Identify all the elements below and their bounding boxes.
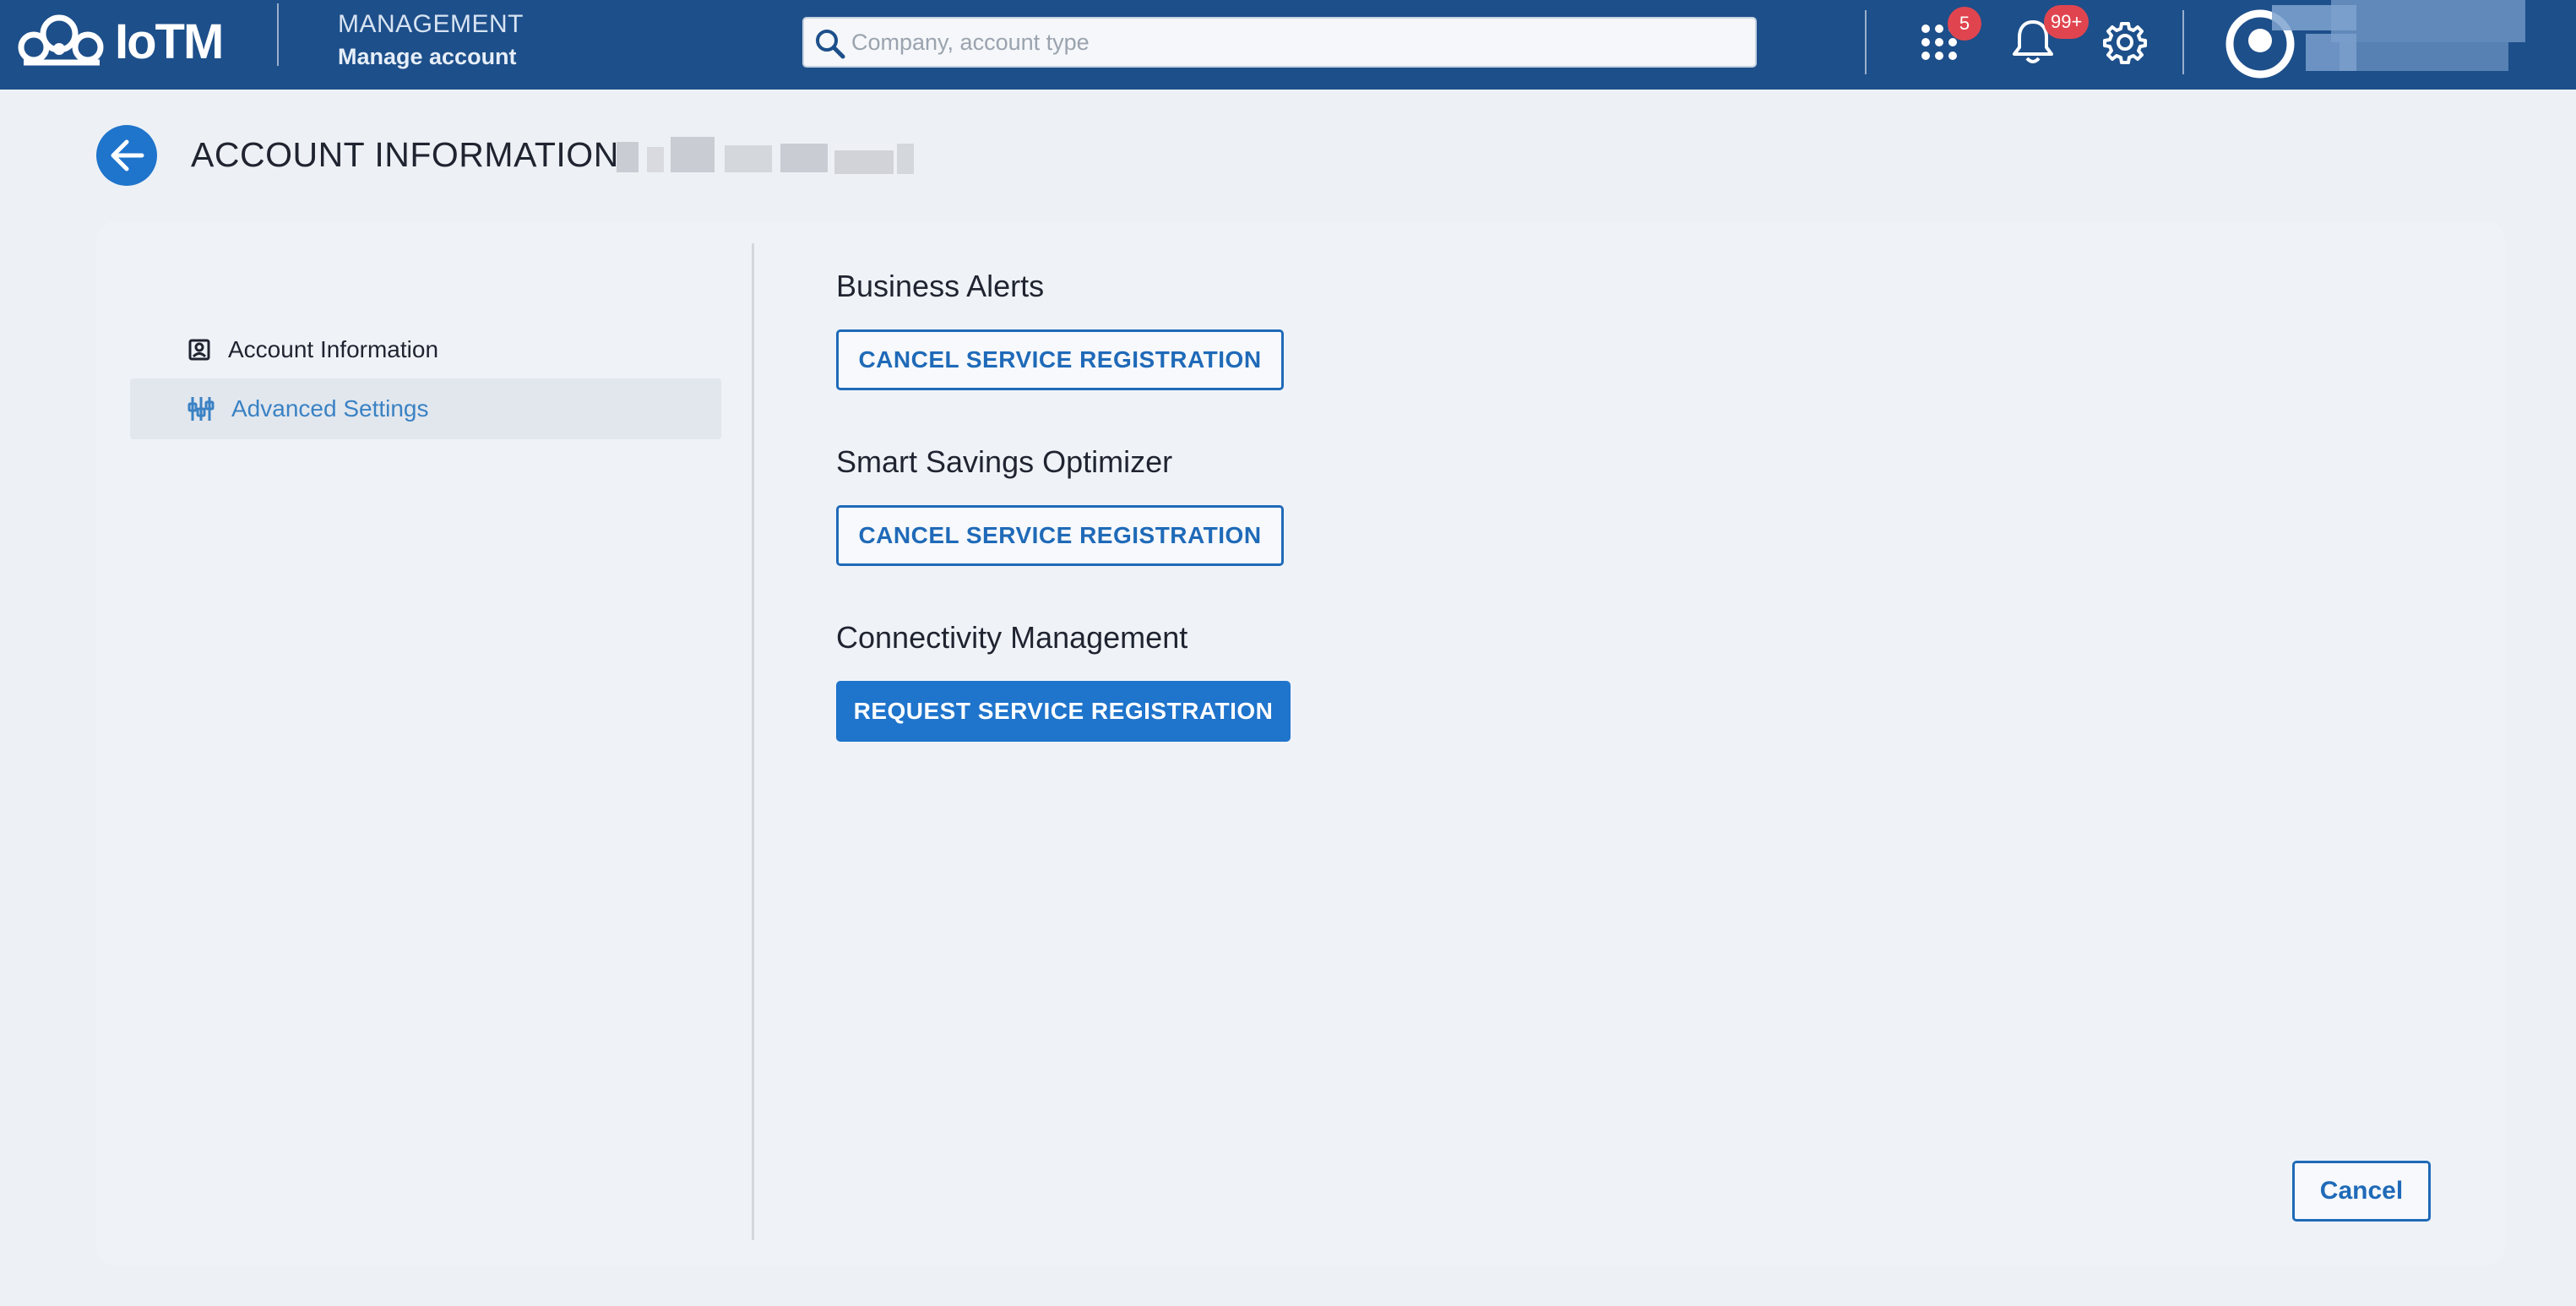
search-icon [814, 28, 846, 64]
top-bar: IoTM MANAGEMENT Manage account 5 [0, 0, 2576, 90]
sidebar-item-label: Advanced Settings [231, 395, 429, 422]
gear-icon [2103, 22, 2147, 64]
sidebar-item-label: Account Information [228, 336, 439, 362]
settings-button[interactable] [2103, 20, 2147, 68]
cancel-smart-savings-button[interactable]: CANCEL SERVICE REGISTRATION [836, 505, 1284, 566]
cancel-button[interactable]: Cancel [2292, 1161, 2431, 1222]
service-title-smart-savings-optimizer: Smart Savings Optimizer [836, 444, 1173, 479]
iotm-logo[interactable]: IoTM [15, 12, 224, 71]
header-divider-right [1865, 10, 1867, 74]
header-divider-user [2182, 10, 2184, 74]
sidebar-item-advanced-settings[interactable]: Advanced Settings [130, 378, 721, 439]
service-title-connectivity-management: Connectivity Management [836, 620, 1188, 655]
main-card: Account Information Advanced Settings Bu… [96, 221, 2505, 1265]
header-divider [277, 3, 279, 66]
arrow-left-icon [111, 139, 144, 171]
module-subtitle: Manage account [338, 44, 517, 69]
service-title-business-alerts: Business Alerts [836, 269, 1045, 303]
cancel-business-alerts-button[interactable]: CANCEL SERVICE REGISTRATION [836, 329, 1284, 390]
search-input[interactable] [851, 29, 1755, 56]
cloud-logo-icon [18, 14, 104, 66]
logo-text: IoTM [115, 14, 224, 69]
module-heading: MANAGEMENT Manage account [338, 10, 524, 70]
search-box[interactable] [802, 17, 1757, 68]
module-title: MANAGEMENT [338, 10, 524, 38]
apps-badge: 5 [1948, 7, 1981, 41]
sliders-icon [187, 397, 215, 421]
sidebar-divider [752, 243, 754, 1240]
request-connectivity-button[interactable]: REQUEST SERVICE REGISTRATION [836, 681, 1291, 742]
sidebar-item-account-information[interactable]: Account Information [130, 319, 721, 380]
page-title: ACCOUNT INFORMATION: [191, 135, 629, 174]
notifications-badge: 99+ [2044, 5, 2090, 39]
account-box-icon [188, 339, 210, 361]
back-button[interactable] [96, 125, 157, 186]
